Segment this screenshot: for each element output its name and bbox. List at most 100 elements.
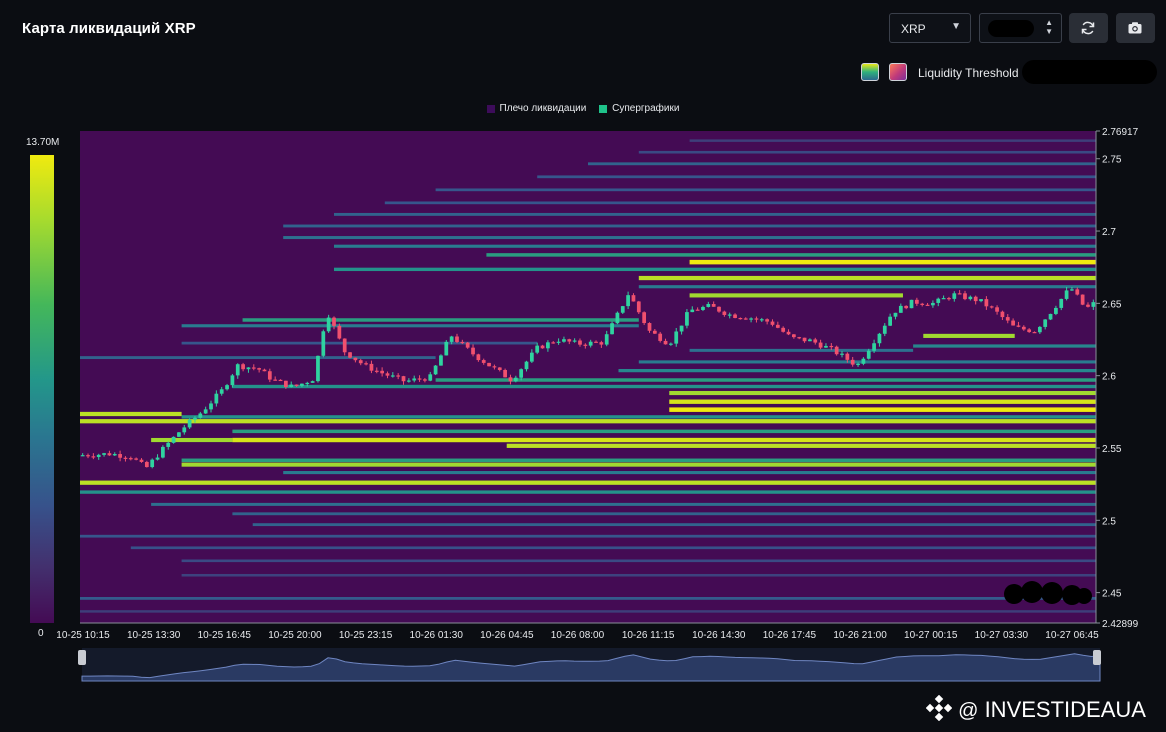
y-tick-label: 2.6 xyxy=(1102,372,1116,383)
x-tick-label: 10-26 21:00 xyxy=(833,630,887,641)
candle-body xyxy=(925,304,930,306)
candle-body xyxy=(872,343,876,351)
candle-body xyxy=(679,325,684,332)
candle-body xyxy=(235,364,240,376)
candle-body xyxy=(936,298,941,303)
candle-body xyxy=(636,301,641,313)
candle-body xyxy=(904,305,909,309)
candle-body xyxy=(91,456,96,458)
candle-body xyxy=(219,389,224,394)
candle-body xyxy=(423,379,427,381)
liquidity-band xyxy=(232,429,1096,434)
candle-body xyxy=(107,453,112,456)
candle-body xyxy=(128,458,133,460)
liquidity-band xyxy=(80,419,1096,424)
candle-body xyxy=(802,337,807,342)
x-tick-label: 10-27 00:15 xyxy=(904,630,958,641)
liquidity-band xyxy=(242,318,639,322)
x-tick-label: 10-26 14:30 xyxy=(692,630,746,641)
candle-body xyxy=(888,316,892,326)
candle-body xyxy=(1048,313,1053,320)
candle-body xyxy=(203,409,208,414)
candle-body xyxy=(503,369,507,378)
candle-body xyxy=(1037,326,1042,333)
candle-body xyxy=(481,360,486,363)
candle-body xyxy=(984,299,989,307)
candle-body xyxy=(733,314,737,318)
candle-body xyxy=(257,368,262,370)
liquidity-band xyxy=(435,378,1097,382)
x-tick-label: 10-26 11:15 xyxy=(622,630,675,641)
candle-body xyxy=(604,334,609,345)
navigator-handle-right[interactable] xyxy=(1093,650,1101,665)
candle-body xyxy=(861,358,866,364)
candle-body xyxy=(989,306,994,308)
candle-body xyxy=(251,367,256,369)
x-tick-label: 10-25 13:30 xyxy=(127,630,181,641)
candle-body xyxy=(583,344,588,346)
candle-body xyxy=(166,442,171,447)
candle-body xyxy=(161,446,165,458)
candle-body xyxy=(615,312,620,324)
candle-body xyxy=(385,373,390,376)
liquidity-band xyxy=(181,341,538,345)
candle-body xyxy=(444,341,449,356)
candle-body xyxy=(428,374,433,381)
candle-body xyxy=(198,413,203,418)
candle-body xyxy=(706,303,711,307)
candle-body xyxy=(979,299,983,302)
liquidity-band xyxy=(334,267,1096,272)
candle-body xyxy=(845,353,850,360)
candle-body xyxy=(685,312,689,326)
liquidity-band xyxy=(638,150,1096,154)
candle-body xyxy=(492,366,497,368)
candle-body xyxy=(781,327,786,332)
candle-body xyxy=(332,317,336,326)
candle-body xyxy=(369,363,374,371)
candle-body xyxy=(850,359,855,365)
liquidity-band xyxy=(669,399,1096,404)
navigator-handle-left[interactable] xyxy=(78,650,86,665)
candle-body xyxy=(342,338,347,353)
liquidity-band xyxy=(486,253,1096,257)
candle-body xyxy=(380,370,384,374)
y-tick-label: 2.5 xyxy=(1102,516,1116,527)
x-tick-label: 10-25 20:00 xyxy=(268,630,322,641)
candle-body xyxy=(1091,302,1096,307)
candle-body xyxy=(717,306,721,312)
candle-body xyxy=(952,293,957,299)
liquidity-band xyxy=(80,596,1096,600)
candle-body xyxy=(412,378,417,381)
candle-body xyxy=(775,324,780,328)
candle-body xyxy=(556,341,561,343)
candle-body xyxy=(813,339,818,343)
candle-body xyxy=(1080,294,1085,305)
candle-body xyxy=(759,319,764,321)
candle-body xyxy=(1054,307,1058,314)
candle-body xyxy=(358,360,363,364)
candle-body xyxy=(738,317,743,320)
candle-body xyxy=(674,331,679,344)
liquidity-band xyxy=(689,139,1096,142)
liquidity-band xyxy=(232,512,1096,516)
candle-body xyxy=(139,459,144,462)
candle-body xyxy=(669,343,673,345)
candle-body xyxy=(695,309,700,311)
candle-body xyxy=(840,353,844,355)
liquidity-band xyxy=(588,162,1096,166)
candle-body xyxy=(834,346,839,355)
candle-body xyxy=(487,362,491,367)
candle-body xyxy=(701,306,705,310)
candle-body xyxy=(567,339,572,342)
candle-body xyxy=(1000,311,1005,318)
candle-body xyxy=(743,318,748,320)
candle-body xyxy=(171,436,176,443)
liquidity-band xyxy=(181,324,639,328)
candle-body xyxy=(300,383,304,386)
liquidity-band xyxy=(913,344,1096,348)
candle-body xyxy=(931,302,935,306)
x-tick-label: 10-26 04:45 xyxy=(480,630,534,641)
candle-body xyxy=(749,318,753,320)
candle-body xyxy=(1075,289,1080,295)
candle-body xyxy=(1027,329,1032,333)
